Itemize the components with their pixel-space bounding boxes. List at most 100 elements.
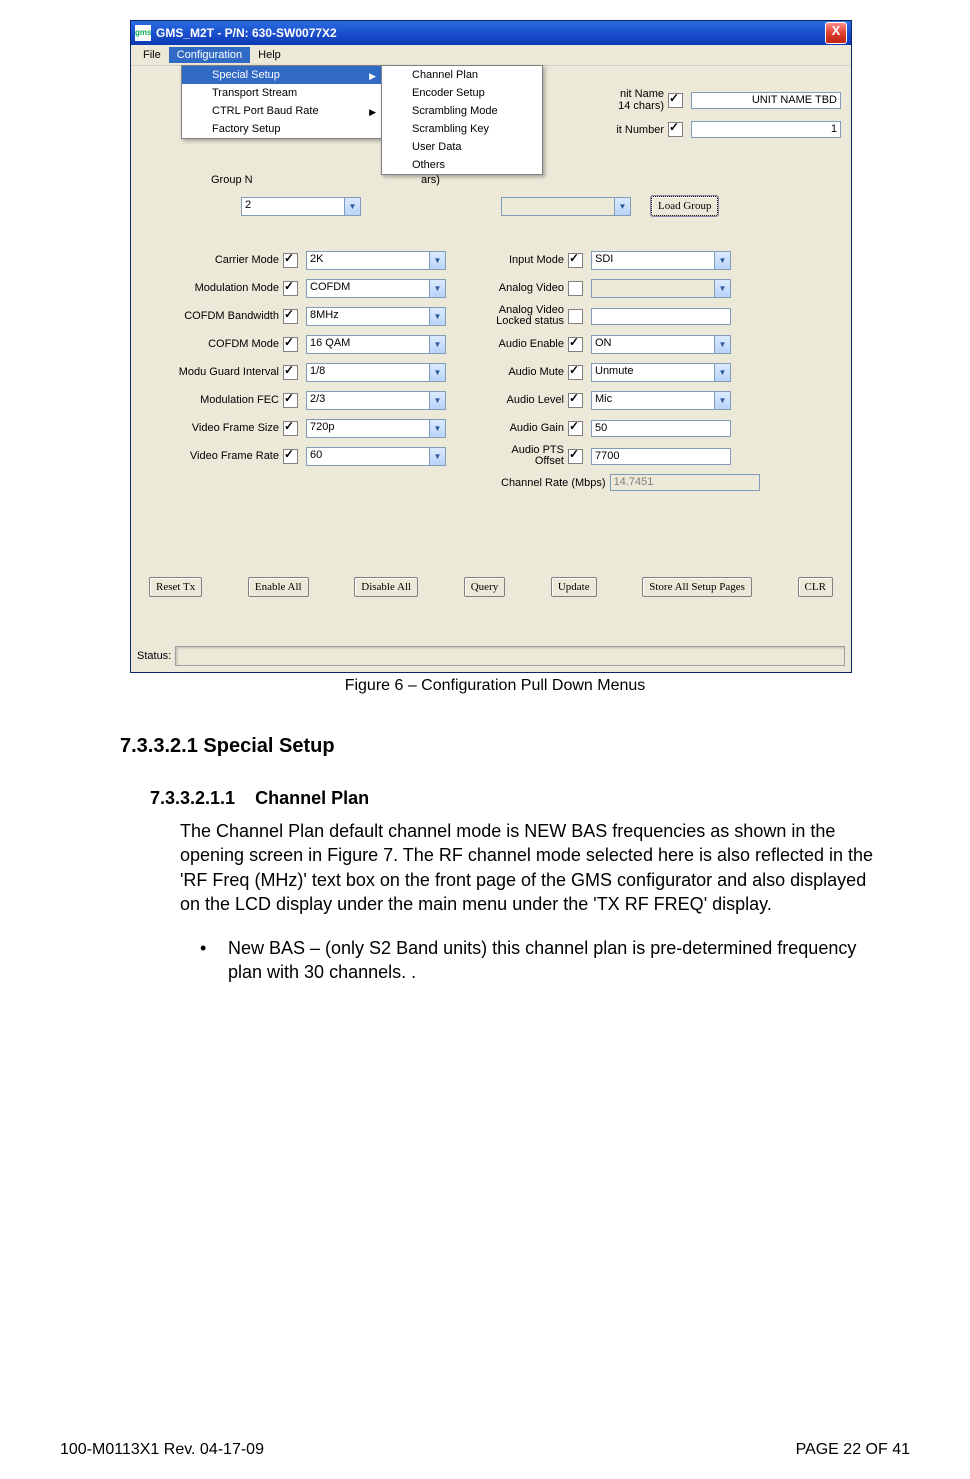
field-combo[interactable]: COFDM▼ [306, 279, 446, 298]
field-checkbox[interactable] [283, 449, 298, 464]
heading-channel-plan: 7.3.3.2.1.1 Channel Plan [150, 788, 890, 809]
group-combo[interactable]: 2 ▼ [241, 197, 361, 216]
field-row: Carrier Mode2K▼ [161, 246, 446, 274]
field-combo[interactable]: 16 QAM▼ [306, 335, 446, 354]
field-checkbox[interactable] [568, 449, 583, 464]
unit-number-input[interactable]: 1 [691, 121, 841, 138]
field-row: COFDM Bandwidth8MHz▼ [161, 302, 446, 330]
channel-rate-row: Channel Rate (Mbps) 14.7451 [501, 474, 760, 491]
field-checkbox[interactable] [283, 365, 298, 380]
button-clr[interactable]: CLR [798, 577, 833, 597]
group-controls: 2 ▼ ▼ Load Group [241, 196, 718, 216]
left-column: Carrier Mode2K▼Modulation ModeCOFDM▼COFD… [161, 246, 446, 470]
field-label: Analog VideoLocked status [464, 305, 568, 327]
field-checkbox[interactable] [568, 421, 583, 436]
group-label-part2: ars) [421, 174, 440, 186]
button-store-all-setup-pages[interactable]: Store All Setup Pages [642, 577, 752, 597]
menubar: File Configuration Help Special Setup ▶ … [131, 45, 851, 66]
app-icon: gms [135, 25, 151, 41]
field-checkbox[interactable] [568, 281, 583, 296]
unit-number-label: it Number [616, 124, 664, 136]
field-combo[interactable]: 60▼ [306, 447, 446, 466]
unit-name-input[interactable]: UNIT NAME TBD [691, 92, 841, 109]
field-row: Video Frame Size720p▼ [161, 414, 446, 442]
chevron-down-icon: ▼ [429, 364, 445, 381]
unit-name-checkbox[interactable] [668, 93, 683, 108]
field-combo[interactable]: ON▼ [591, 335, 731, 354]
field-checkbox[interactable] [283, 253, 298, 268]
chevron-down-icon: ▼ [429, 308, 445, 325]
page-footer: 100-M0113X1 Rev. 04-17-09 PAGE 22 OF 41 [60, 1441, 910, 1459]
close-icon[interactable]: X [825, 22, 847, 44]
field-combo[interactable]: 1/8▼ [306, 363, 446, 382]
field-checkbox[interactable] [283, 337, 298, 352]
channel-rate-value: 14.7451 [610, 474, 760, 491]
button-query[interactable]: Query [464, 577, 506, 597]
menuitem-transport-stream[interactable]: Transport Stream [182, 84, 382, 102]
menuitem-scrambling-key[interactable]: Scrambling Key [382, 120, 542, 138]
group-combo-2[interactable]: ▼ [501, 197, 631, 216]
menuitem-scrambling-mode[interactable]: Scrambling Mode [382, 102, 542, 120]
field-label: Audio Gain [464, 422, 568, 434]
field-row: Modulation ModeCOFDM▼ [161, 274, 446, 302]
field-label: Modu Guard Interval [161, 366, 283, 378]
field-row: Input ModeSDI▼ [464, 246, 731, 274]
load-group-button[interactable]: Load Group [651, 196, 718, 216]
field-combo[interactable]: Unmute▼ [591, 363, 731, 382]
menuitem-encoder-setup[interactable]: Encoder Setup [382, 84, 542, 102]
chevron-down-icon: ▼ [344, 198, 360, 215]
field-input[interactable] [591, 308, 731, 325]
field-label: Audio Enable [464, 338, 568, 350]
unit-name-label: nit Name 14 chars) [618, 88, 664, 112]
field-row: Modulation FEC2/3▼ [161, 386, 446, 414]
field-label: Video Frame Rate [161, 450, 283, 462]
button-enable-all[interactable]: Enable All [248, 577, 309, 597]
field-input[interactable]: 50 [591, 420, 731, 437]
right-column: Input ModeSDI▼Analog Video▼ Analog VideoL… [464, 246, 731, 470]
menuitem-ctrl-port-baud[interactable]: CTRL Port Baud Rate ▶ [182, 102, 382, 120]
menu-help[interactable]: Help [250, 47, 289, 63]
menu-configuration[interactable]: Configuration [169, 47, 250, 63]
menuitem-others[interactable]: Others [382, 156, 542, 174]
field-combo[interactable]: 720p▼ [306, 419, 446, 438]
field-combo[interactable]: ▼ [591, 279, 731, 298]
submenu-arrow-icon: ▶ [369, 107, 376, 118]
menuitem-channel-plan[interactable]: Channel Plan [382, 66, 542, 84]
field-checkbox[interactable] [568, 365, 583, 380]
menuitem-user-data[interactable]: User Data [382, 138, 542, 156]
field-input[interactable]: 7700 [591, 448, 731, 465]
field-checkbox[interactable] [283, 421, 298, 436]
button-update[interactable]: Update [551, 577, 597, 597]
field-row: Audio Enable ON▼ [464, 330, 731, 358]
unit-number-checkbox[interactable] [668, 122, 683, 137]
button-row: Reset Tx Enable All Disable All Query Update… [149, 577, 833, 597]
field-combo[interactable]: 8MHz▼ [306, 307, 446, 326]
bullet-new-bas: New BAS – (only S2 Band units) this chan… [200, 936, 890, 985]
figure-caption: Figure 6 – Configuration Pull Down Menus [100, 677, 890, 695]
field-label: Audio Level [464, 394, 568, 406]
field-row: Video Frame Rate 60▼ [161, 442, 446, 470]
footer-left: 100-M0113X1 Rev. 04-17-09 [60, 1441, 264, 1459]
dropdown-configuration: Special Setup ▶ Transport Stream CTRL Po… [181, 65, 383, 139]
field-checkbox[interactable] [568, 393, 583, 408]
field-combo[interactable]: 2/3▼ [306, 391, 446, 410]
field-checkbox[interactable] [283, 393, 298, 408]
field-row: Modu Guard Interval 1/8▼ [161, 358, 446, 386]
field-combo[interactable]: 2K▼ [306, 251, 446, 270]
field-combo[interactable]: SDI▼ [591, 251, 731, 270]
button-disable-all[interactable]: Disable All [354, 577, 418, 597]
field-combo[interactable]: Mic▼ [591, 391, 731, 410]
field-checkbox[interactable] [568, 253, 583, 268]
field-checkbox[interactable] [283, 281, 298, 296]
menuitem-special-setup[interactable]: Special Setup ▶ [182, 66, 382, 84]
menu-file[interactable]: File [135, 47, 169, 63]
field-row: Audio Level Mic▼ [464, 386, 731, 414]
field-checkbox[interactable] [568, 337, 583, 352]
field-checkbox[interactable] [283, 309, 298, 324]
field-checkbox[interactable] [568, 309, 583, 324]
menuitem-factory-setup[interactable]: Factory Setup [182, 120, 382, 138]
chevron-down-icon: ▼ [714, 280, 730, 297]
fields-grid: Carrier Mode2K▼Modulation ModeCOFDM▼COFD… [161, 246, 731, 470]
field-row: Analog Video▼ [464, 274, 731, 302]
button-reset-tx[interactable]: Reset Tx [149, 577, 202, 597]
